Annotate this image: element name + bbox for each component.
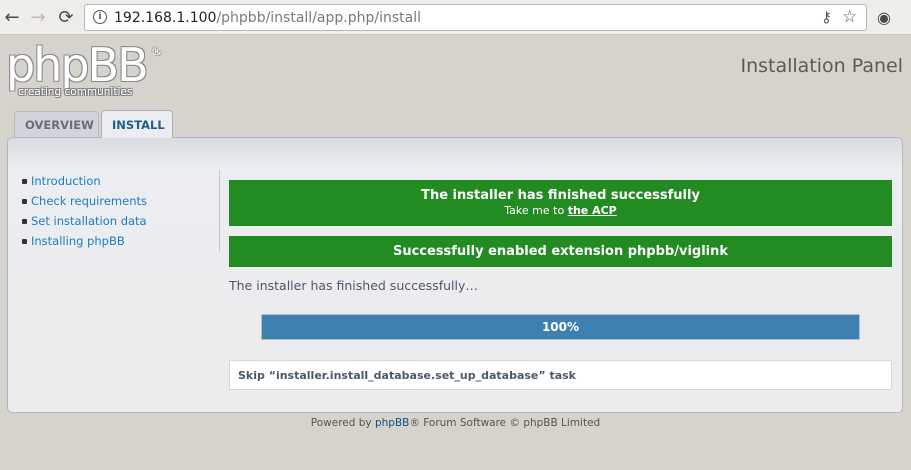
reload-icon: ⟳ xyxy=(58,6,74,28)
logo-tagline: creating communities xyxy=(18,86,133,98)
sidebar-item-set-installation-data[interactable]: Set installation data xyxy=(21,214,221,234)
forward-button[interactable]: → xyxy=(26,5,50,29)
reload-button[interactable]: ⟳ xyxy=(54,5,78,29)
success-subtitle-prefix: Take me to xyxy=(504,204,568,217)
footer-phpbb-link[interactable]: phpBB xyxy=(375,417,409,429)
skip-task-box: Skip “installer.install_database.set_up_… xyxy=(229,360,892,390)
sidebar-menu: Introduction Check requirements Set inst… xyxy=(21,174,221,254)
back-arrow-icon: ← xyxy=(4,6,20,28)
success-subtitle: Take me to the ACP xyxy=(229,204,892,217)
logo-text: phpBB xyxy=(6,38,149,92)
progress-label: 100% xyxy=(541,320,580,334)
forward-arrow-icon: → xyxy=(30,6,46,28)
sidebar-item-check-requirements[interactable]: Check requirements xyxy=(21,194,221,214)
phpbb-logo[interactable]: phpBB ® creating communities xyxy=(6,38,162,100)
footer: Powered by phpBB® Forum Software © phpBB… xyxy=(0,417,911,429)
url-text[interactable]: 192.168.1.100/phpbb/install/app.php/inst… xyxy=(114,10,421,26)
page-title: Installation Panel xyxy=(740,55,903,77)
sidebar-divider xyxy=(219,170,220,252)
footer-prefix: Powered by xyxy=(310,417,375,429)
bookmark-star-icon[interactable]: ☆ xyxy=(842,7,857,27)
browser-toolbar: ← → ⟳ i 192.168.1.100/phpbb/install/app.… xyxy=(0,0,911,35)
acp-link[interactable]: the ACP xyxy=(568,204,617,217)
logo-registered-mark: ® xyxy=(151,45,162,58)
extension-title: Successfully enabled extension phpbb/vig… xyxy=(392,244,729,259)
footer-suffix: ® Forum Software © phpBB Limited xyxy=(409,417,601,429)
key-icon[interactable]: ⚷ xyxy=(821,8,832,26)
url-host: 192.168.1.100 xyxy=(114,10,217,26)
status-message: The installer has finished successfully… xyxy=(229,278,478,293)
sidebar-item-introduction[interactable]: Introduction xyxy=(21,174,221,194)
progress-bar: 100% xyxy=(261,314,860,340)
site-info-icon[interactable]: i xyxy=(93,10,107,24)
url-bar[interactable]: i 192.168.1.100/phpbb/install/app.php/in… xyxy=(84,4,867,31)
success-title: The installer has finished successfully xyxy=(421,188,700,203)
install-panel: Introduction Check requirements Set inst… xyxy=(7,137,903,413)
extension-message-box: Successfully enabled extension phpbb/vig… xyxy=(229,236,892,267)
tab-install[interactable]: INSTALL xyxy=(101,110,173,138)
tab-overview[interactable]: OVERVIEW xyxy=(14,111,99,138)
url-path: /phpbb/install/app.php/install xyxy=(216,10,421,26)
sidebar-item-installing-phpbb[interactable]: Installing phpBB xyxy=(21,234,221,254)
extension-icon[interactable]: ◉ xyxy=(872,5,896,29)
skip-task-text: Skip “installer.install_database.set_up_… xyxy=(238,369,576,382)
back-button[interactable]: ← xyxy=(0,5,24,29)
success-message-box: The installer has finished successfully … xyxy=(229,180,892,226)
